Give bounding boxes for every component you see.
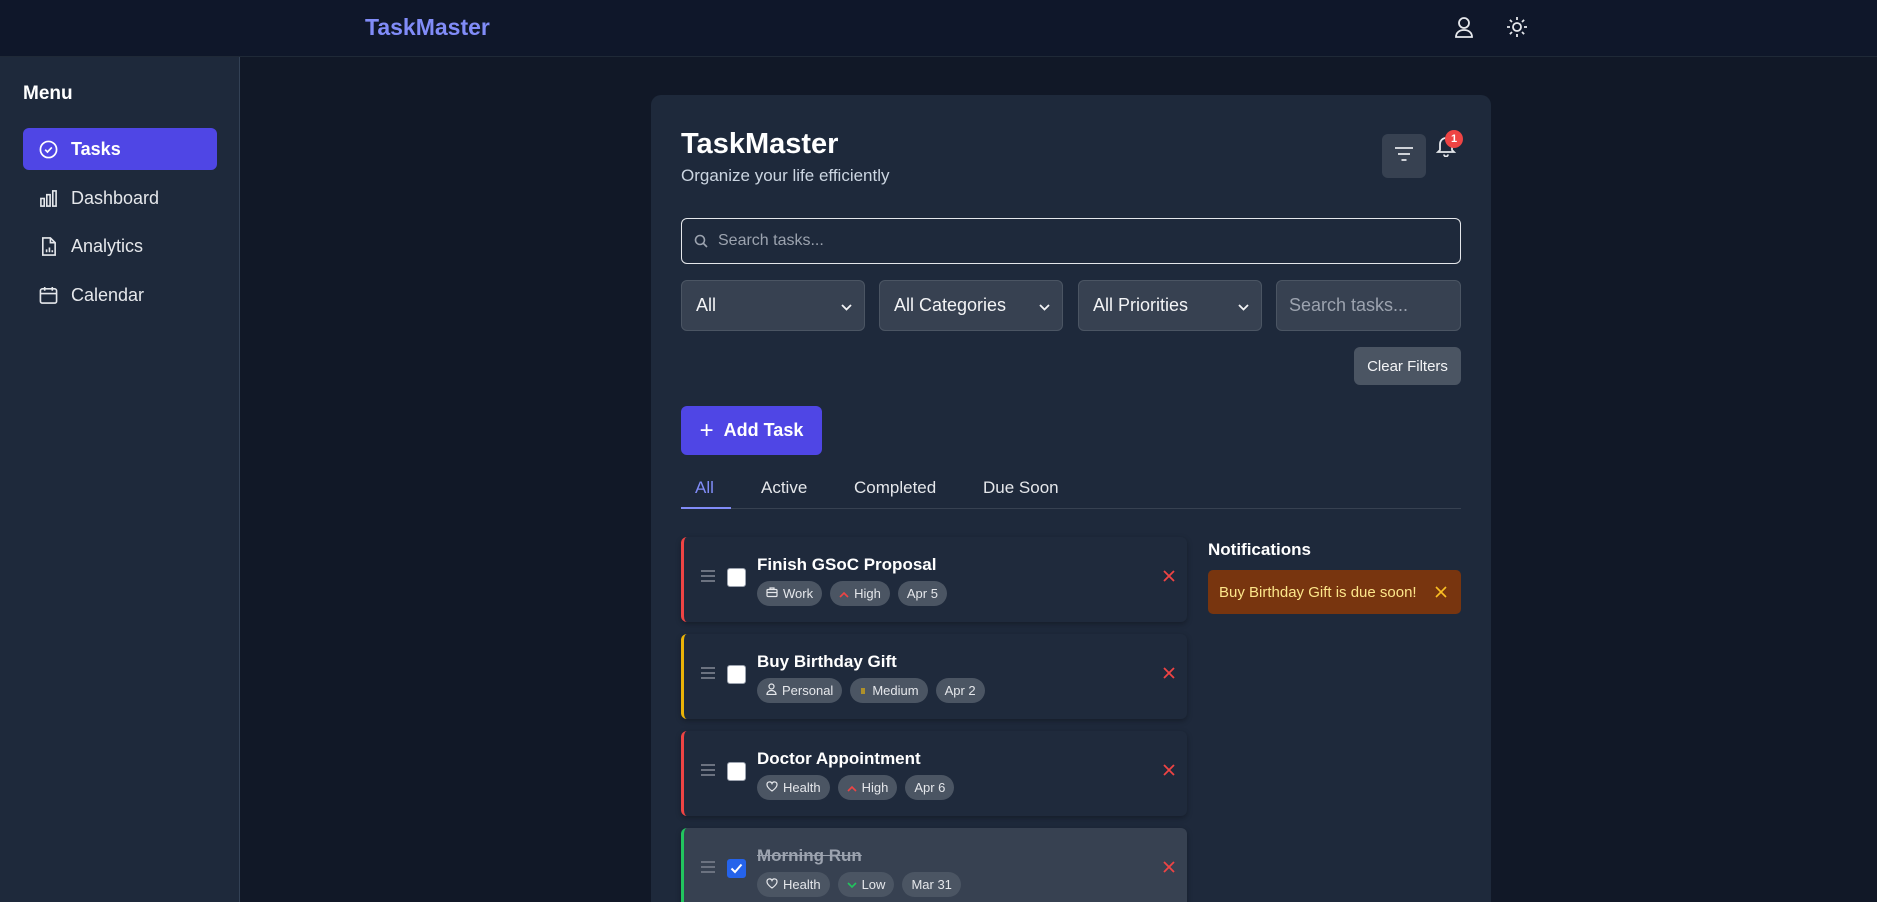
- page-subtitle: Organize your life efficiently: [681, 166, 890, 185]
- close-icon[interactable]: [1435, 586, 1447, 598]
- user-icon: [766, 683, 777, 698]
- priority-tag: High: [830, 581, 890, 606]
- task-name: Buy Birthday Gift: [757, 652, 897, 671]
- equals-icon: [859, 683, 867, 698]
- priority-tag: Medium: [850, 678, 928, 703]
- tab-completed[interactable]: Completed: [854, 478, 936, 498]
- delete-icon[interactable]: [1162, 860, 1180, 878]
- search-input[interactable]: [718, 232, 1418, 250]
- chevron-up-icon: [839, 586, 849, 601]
- task-checkbox[interactable]: [727, 762, 746, 781]
- priority-tag: Low: [837, 872, 895, 897]
- clear-filters-button[interactable]: Clear Filters: [1354, 347, 1461, 385]
- task-checkbox[interactable]: [727, 859, 746, 878]
- tab-due-soon[interactable]: Due Soon: [983, 478, 1059, 498]
- top-bar: TaskMaster: [0, 0, 1877, 57]
- task-checkbox[interactable]: [727, 665, 746, 684]
- task-item[interactable]: Buy Birthday Gift Personal Medium Apr 2: [681, 634, 1187, 719]
- drag-handle-icon[interactable]: [701, 861, 715, 876]
- chevron-down-icon: [1238, 295, 1249, 316]
- notification-text: Buy Birthday Gift is due soon!: [1219, 583, 1417, 601]
- brand-logo[interactable]: TaskMaster: [365, 14, 490, 41]
- delete-icon[interactable]: [1162, 763, 1180, 781]
- drag-handle-icon[interactable]: [701, 570, 715, 585]
- chevron-up-icon: [847, 780, 857, 795]
- add-task-button[interactable]: + Add Task: [681, 406, 822, 455]
- due-date-tag: Apr 6: [905, 775, 955, 800]
- task-item[interactable]: Finish GSoC Proposal Work High Apr 5: [681, 537, 1187, 622]
- category-select[interactable]: All Categories: [879, 280, 1063, 331]
- delete-icon[interactable]: [1162, 569, 1180, 587]
- tab-active[interactable]: Active: [761, 478, 807, 498]
- category-tag: Health: [757, 775, 830, 800]
- task-name: Morning Run: [757, 846, 862, 865]
- task-checkbox[interactable]: [727, 568, 746, 587]
- notification-badge: 1: [1445, 130, 1463, 148]
- file-chart-icon: [39, 236, 59, 256]
- filter-search-input[interactable]: [1289, 295, 1449, 316]
- priority-select[interactable]: All Priorities: [1078, 280, 1262, 331]
- tab-all[interactable]: All: [695, 478, 714, 498]
- status-select[interactable]: All: [681, 280, 865, 331]
- sidebar-item-label: Dashboard: [71, 187, 160, 208]
- chevron-down-icon: [847, 877, 857, 892]
- due-date-tag: Apr 2: [935, 678, 985, 703]
- task-item[interactable]: Doctor Appointment Health High Apr 6: [681, 731, 1187, 816]
- sidebar-item-dashboard[interactable]: Dashboard: [23, 177, 217, 219]
- active-tab-indicator: [681, 507, 731, 509]
- bar-chart-icon: [39, 188, 59, 208]
- chevron-down-icon: [1039, 295, 1050, 316]
- sidebar-item-label: Calendar: [71, 284, 145, 305]
- delete-icon[interactable]: [1162, 666, 1180, 684]
- due-date-tag: Mar 31: [902, 872, 961, 897]
- priority-tag: High: [837, 775, 898, 800]
- sidebar-item-analytics[interactable]: Analytics: [23, 225, 217, 267]
- page-title: TaskMaster: [681, 128, 839, 160]
- heart-icon: [766, 877, 778, 892]
- sidebar: Menu Tasks Dashboard Analytics Calendar: [0, 57, 240, 902]
- sidebar-item-calendar[interactable]: Calendar: [23, 274, 217, 316]
- task-item[interactable]: Morning Run Health Low Mar 31: [681, 828, 1187, 902]
- heart-icon: [766, 780, 778, 795]
- add-task-label: Add Task: [723, 420, 804, 440]
- task-tabs: All Active Completed Due Soon: [681, 471, 1461, 509]
- category-tag: Personal: [757, 678, 843, 703]
- sidebar-item-label: Analytics: [71, 235, 144, 256]
- task-name: Finish GSoC Proposal: [757, 555, 937, 574]
- search-icon: [694, 234, 708, 248]
- check-circle-icon: [39, 139, 59, 159]
- due-date-tag: Apr 5: [897, 581, 947, 606]
- notifications-title: Notifications: [1208, 540, 1311, 559]
- filter-search-box: [1276, 280, 1461, 331]
- user-icon[interactable]: [1451, 14, 1477, 40]
- filter-icon: [1394, 146, 1414, 167]
- drag-handle-icon[interactable]: [701, 764, 715, 779]
- filter-button[interactable]: [1382, 134, 1426, 178]
- sidebar-item-label: Tasks: [71, 138, 121, 159]
- search-bar: [681, 218, 1461, 264]
- category-tag: Health: [757, 872, 830, 897]
- briefcase-icon: [766, 586, 778, 601]
- category-select-value: All Categories: [894, 295, 1007, 315]
- chevron-down-icon: [841, 295, 852, 316]
- plus-icon: +: [699, 416, 714, 444]
- status-select-value: All: [696, 295, 717, 315]
- menu-title: Menu: [23, 83, 73, 104]
- task-name: Doctor Appointment: [757, 749, 921, 768]
- category-tag: Work: [757, 581, 823, 606]
- task-card: TaskMaster Organize your life efficientl…: [651, 95, 1491, 902]
- priority-select-value: All Priorities: [1093, 295, 1189, 315]
- calendar-icon: [39, 285, 59, 305]
- sidebar-item-tasks[interactable]: Tasks: [23, 128, 217, 170]
- sun-icon[interactable]: [1504, 14, 1530, 40]
- drag-handle-icon[interactable]: [701, 667, 715, 682]
- notification-item: Buy Birthday Gift is due soon!: [1208, 570, 1461, 614]
